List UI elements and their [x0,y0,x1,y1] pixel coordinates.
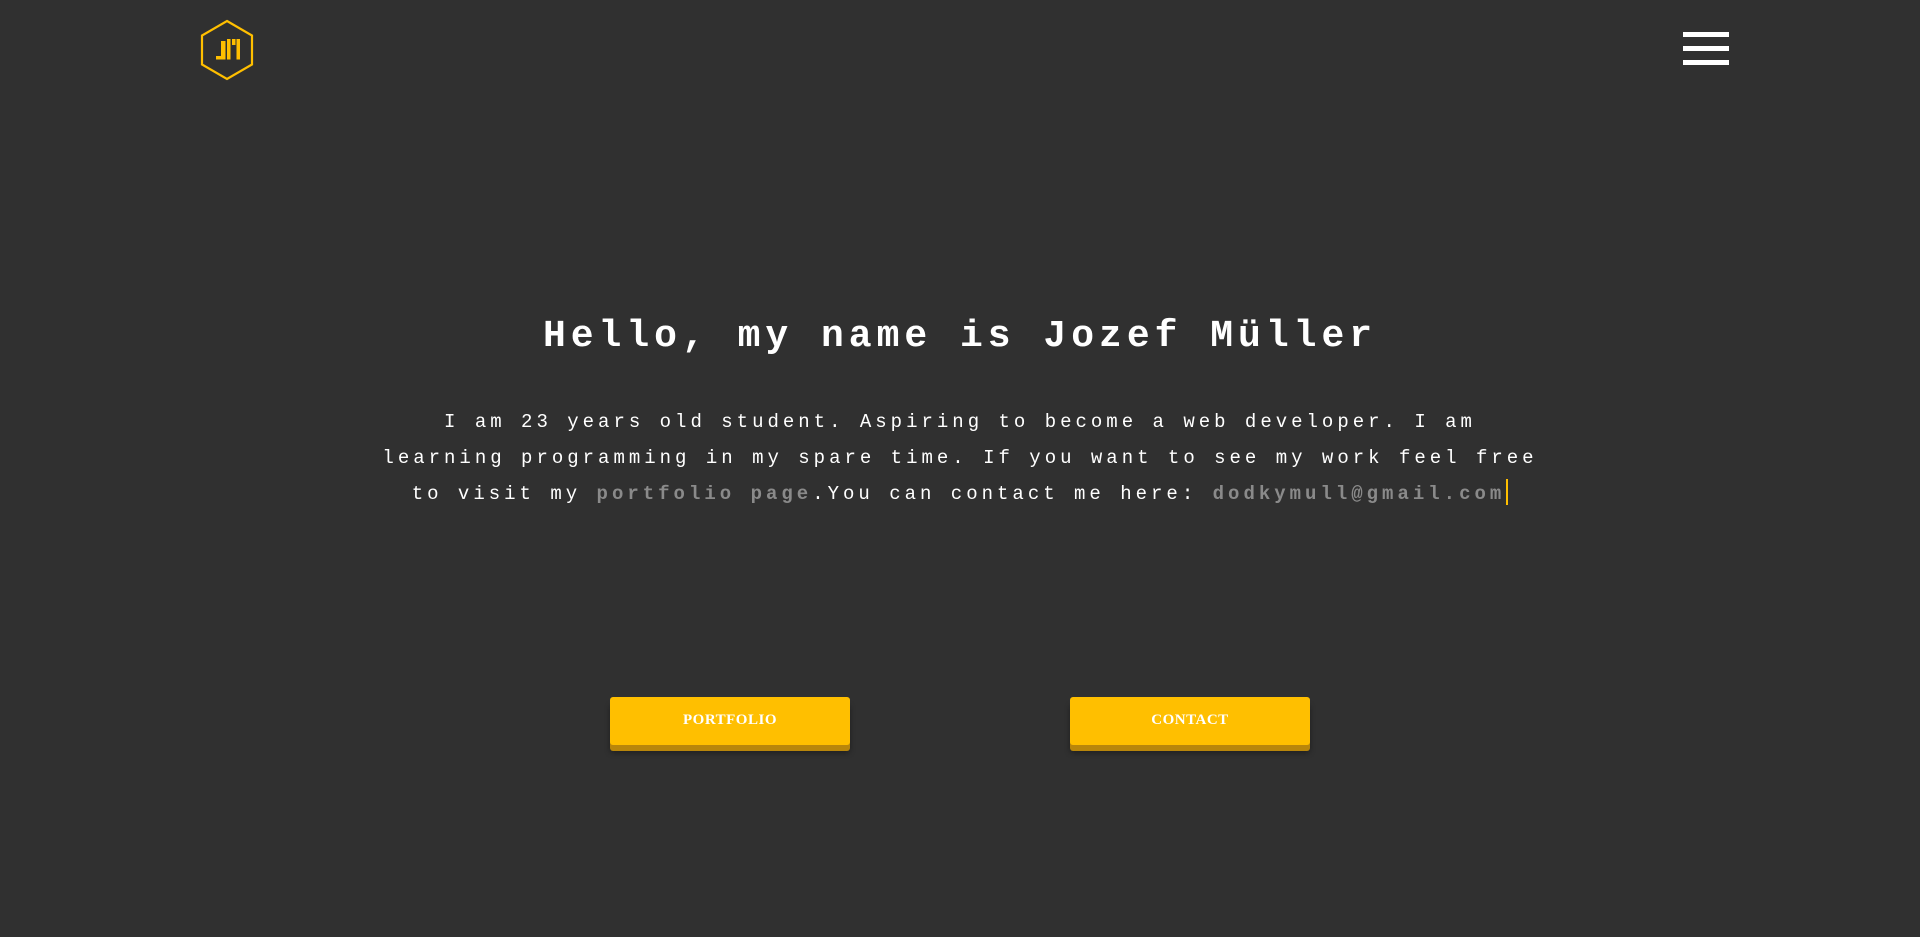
intro-paragraph: I am 23 years old student. Aspiring to b… [380,404,1540,512]
portfolio-button[interactable]: PORTFOLIO [610,697,850,745]
logo-icon[interactable] [199,19,255,81]
hamburger-menu-icon[interactable] [1683,30,1729,70]
contact-text: .You can contact me here: [812,483,1213,505]
menu-bar [1683,60,1729,65]
portfolio-page-link[interactable]: portfolio page [597,483,813,505]
page-title: Hello, my name is Jozef Müller [542,315,1378,358]
menu-bar [1683,46,1729,51]
contact-button[interactable]: CONTACT [1070,697,1310,745]
email-link[interactable]: dodkymull@gmail.com [1213,483,1506,505]
typing-caret [1506,479,1509,505]
menu-bar [1683,32,1729,37]
